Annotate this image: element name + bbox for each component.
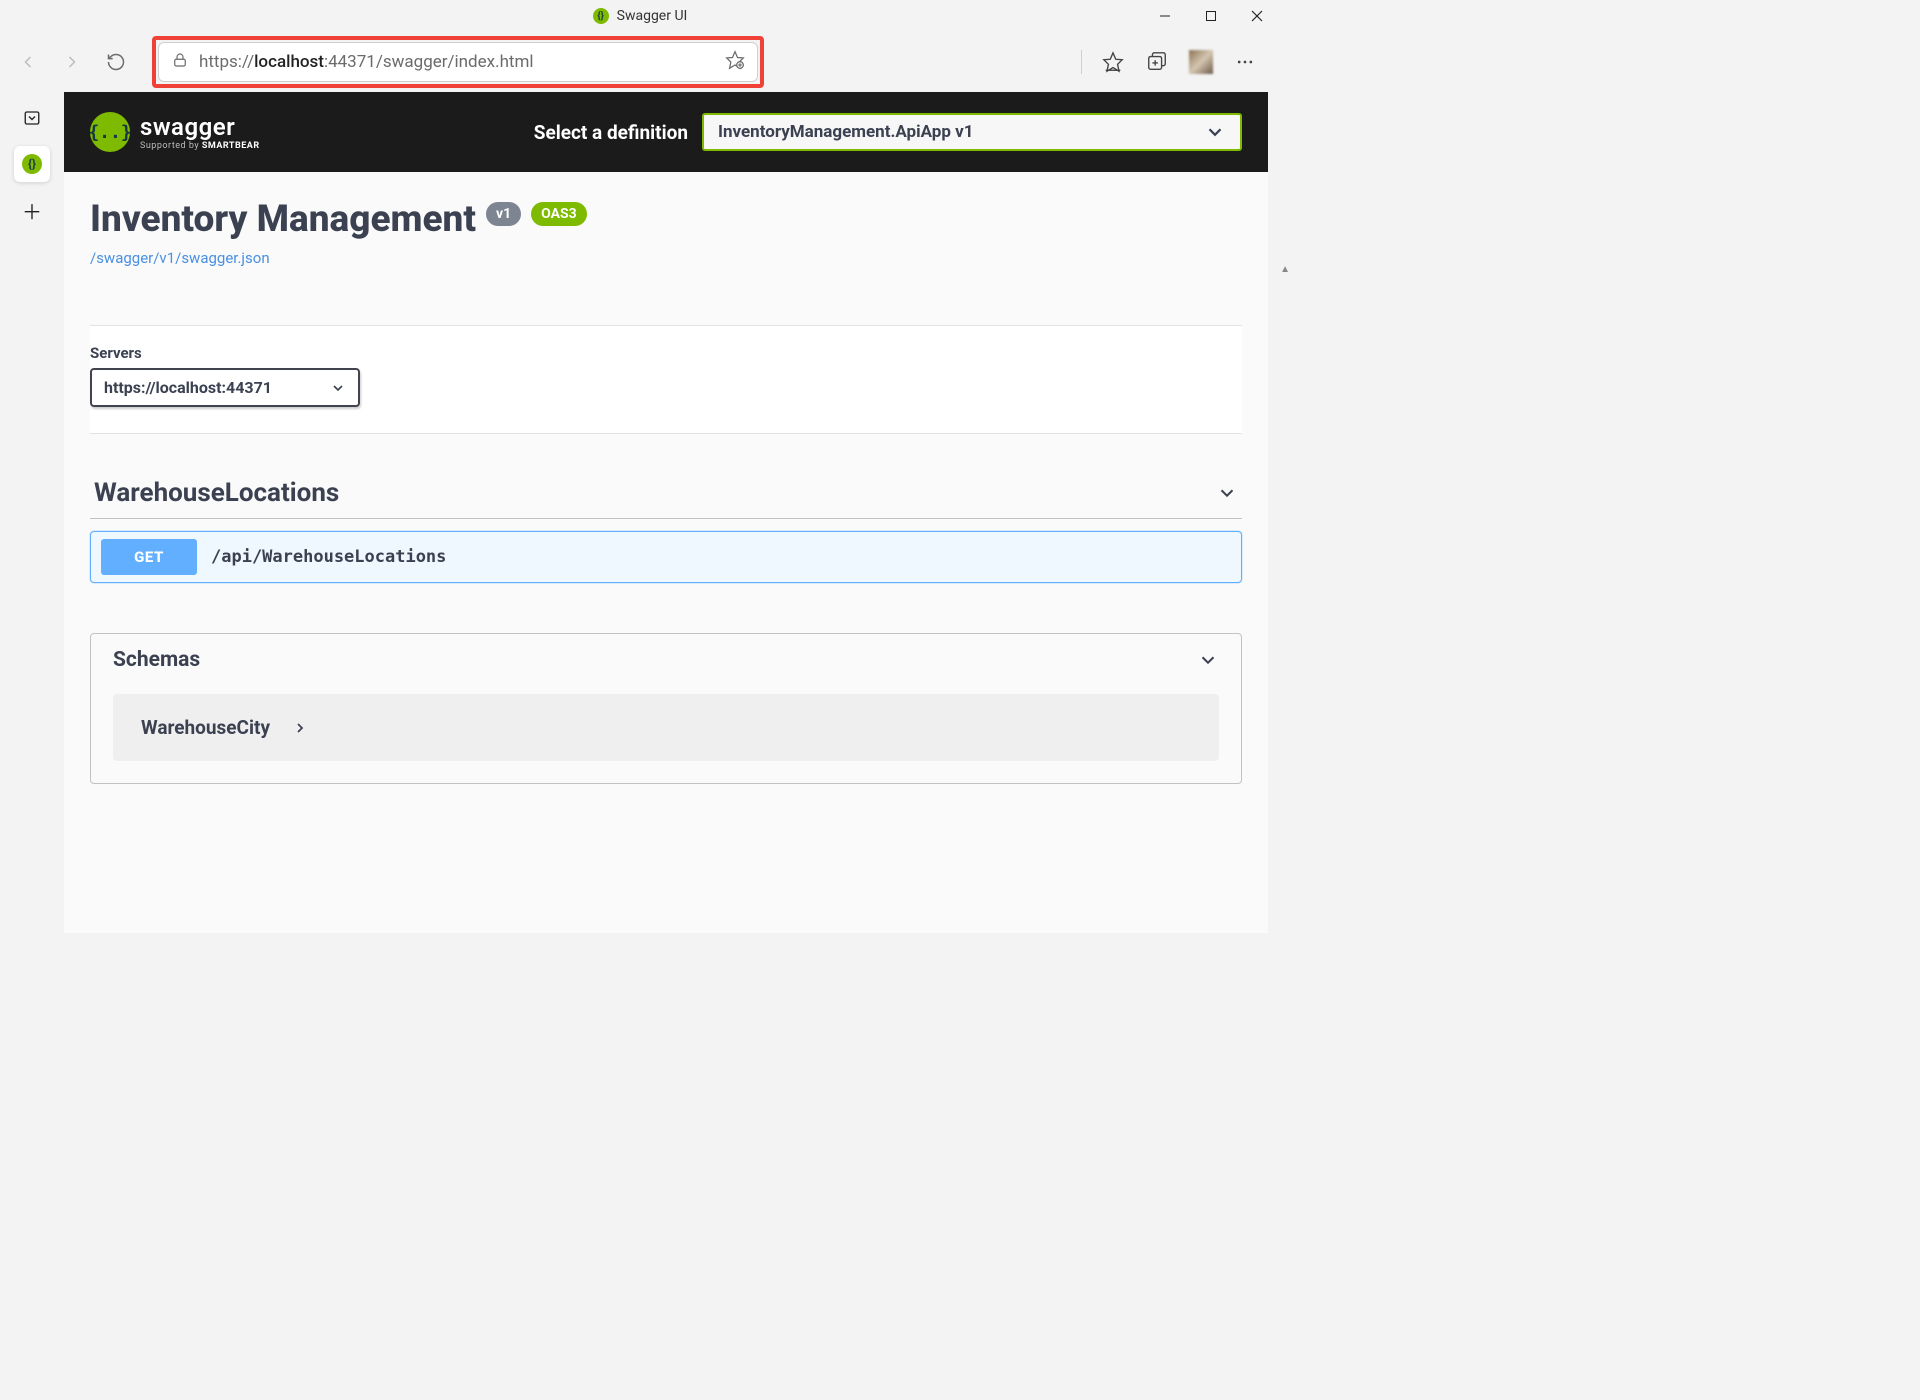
window-maximize-button[interactable]: [1188, 0, 1234, 32]
chevron-down-icon: [1216, 482, 1238, 504]
nav-forward-button[interactable]: [52, 42, 92, 82]
window-titlebar: {} Swagger UI: [0, 0, 1280, 32]
address-url: https://localhost:44371/swagger/index.ht…: [199, 52, 715, 72]
oas-badge: OAS3: [531, 202, 587, 226]
new-tab-button[interactable]: ＋: [14, 192, 50, 228]
swagger-favicon-icon: {}: [593, 8, 609, 24]
schemas-title: Schemas: [113, 648, 200, 672]
favorites-button[interactable]: [1094, 43, 1132, 81]
window-minimize-button[interactable]: [1142, 0, 1188, 32]
swagger-logo-text: swagger: [140, 113, 260, 141]
tag-name: WarehouseLocations: [94, 478, 339, 508]
browser-toolbar: https://localhost:44371/swagger/index.ht…: [0, 32, 1280, 92]
tab-manager-button[interactable]: [14, 100, 50, 136]
server-selected: https://localhost:44371: [104, 378, 272, 397]
vertical-tabs: {} ＋: [0, 92, 64, 933]
operation-row[interactable]: GET /api/WarehouseLocations: [90, 531, 1242, 583]
avatar-icon: [1189, 50, 1213, 74]
definition-label: Select a definition: [534, 121, 688, 144]
chevron-down-icon: [1204, 121, 1226, 143]
tag-header[interactable]: WarehouseLocations: [90, 470, 1242, 519]
nav-back-button[interactable]: [8, 42, 48, 82]
api-title: Inventory Management v1 OAS3: [90, 198, 1242, 241]
schemas-header[interactable]: Schemas: [91, 634, 1241, 686]
swagger-logo-subtext: Supported by SMARTBEAR: [140, 141, 260, 151]
window-title: Swagger UI: [617, 8, 688, 24]
more-button[interactable]: [1226, 43, 1264, 81]
definition-select[interactable]: InventoryManagement.ApiApp v1: [702, 113, 1242, 151]
scroll-up-caret-icon: ▲: [1280, 264, 1290, 275]
swagger-logo-icon: {..}: [90, 112, 130, 152]
nav-refresh-button[interactable]: [96, 42, 136, 82]
profile-button[interactable]: [1182, 43, 1220, 81]
servers-label: Servers: [90, 344, 1242, 362]
window-close-button[interactable]: [1234, 0, 1280, 32]
lock-icon: [171, 51, 189, 73]
swagger-topbar: {..} swagger Supported by SMARTBEAR Sele…: [64, 92, 1268, 172]
scrollbar[interactable]: [1280, 92, 1292, 933]
definition-selected: InventoryManagement.ApiApp v1: [718, 122, 973, 142]
favorite-icon[interactable]: [725, 50, 745, 74]
operation-path: /api/WarehouseLocations: [211, 547, 446, 567]
version-badge: v1: [486, 202, 521, 226]
schema-name: WarehouseCity: [141, 716, 270, 739]
spec-link[interactable]: /swagger/v1/swagger.json: [90, 249, 270, 267]
collections-button[interactable]: [1138, 43, 1176, 81]
chevron-right-icon: [292, 720, 308, 736]
address-bar[interactable]: https://localhost:44371/swagger/index.ht…: [158, 42, 758, 82]
swagger-logo: {..} swagger Supported by SMARTBEAR: [90, 112, 260, 152]
page-content: {..} swagger Supported by SMARTBEAR Sele…: [64, 92, 1268, 933]
toolbar-separator: [1081, 50, 1082, 74]
plus-icon: ＋: [22, 196, 42, 225]
chevron-down-icon: [1197, 649, 1219, 671]
schemas-section: Schemas WarehouseCity: [90, 633, 1242, 784]
server-select[interactable]: https://localhost:44371: [90, 368, 360, 407]
chevron-down-icon: [330, 380, 346, 396]
method-badge: GET: [101, 539, 197, 575]
swagger-favicon-icon: {}: [22, 154, 42, 174]
vertical-tab-swagger[interactable]: {}: [14, 146, 50, 182]
schema-item[interactable]: WarehouseCity: [113, 694, 1219, 761]
